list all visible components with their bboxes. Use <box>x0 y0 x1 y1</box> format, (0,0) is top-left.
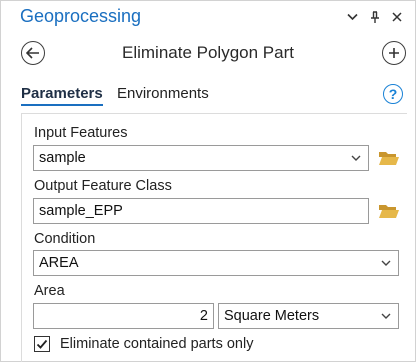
condition-label: Condition <box>34 231 96 247</box>
area-value-input[interactable]: 2 <box>33 303 214 329</box>
add-icon[interactable] <box>382 41 406 65</box>
tool-title: Eliminate Polygon Part <box>122 43 294 62</box>
checkmark-icon <box>36 339 48 349</box>
tool-header: Eliminate Polygon Part <box>1 34 415 74</box>
eliminate-contained-checkbox[interactable] <box>34 336 50 352</box>
area-unit-dropdown[interactable]: Square Meters <box>218 303 399 329</box>
input-features-combobox[interactable]: sample <box>33 145 369 171</box>
area-unit-value: Square Meters <box>224 308 320 324</box>
chevron-down-icon[interactable] <box>350 152 362 164</box>
folder-icon[interactable] <box>378 202 400 220</box>
input-features-label: Input Features <box>34 125 128 141</box>
tab-environments[interactable]: Environments <box>117 85 209 102</box>
input-features-value: sample <box>39 150 86 166</box>
tool-tabs: Parameters Environments ? <box>1 77 415 111</box>
area-value: 2 <box>199 308 208 324</box>
condition-dropdown[interactable]: AREA <box>33 250 399 276</box>
close-icon[interactable] <box>390 9 404 25</box>
area-label: Area <box>34 283 65 299</box>
output-feature-class-input[interactable]: sample_EPP <box>33 198 369 224</box>
geoprocessing-pane: Geoprocessing Eliminate Polygon Part Par… <box>0 0 416 362</box>
output-feature-class-label: Output Feature Class <box>34 178 172 194</box>
pane-title: Geoprocessing <box>20 6 142 26</box>
pane-titlebar: Geoprocessing <box>1 1 415 34</box>
pin-icon[interactable] <box>368 9 382 25</box>
condition-value: AREA <box>39 255 79 271</box>
chevron-down-icon[interactable] <box>380 310 392 322</box>
output-feature-class-value: sample_EPP <box>39 203 123 219</box>
parameters-panel: Input Features sample Output Feature Cla… <box>21 113 407 362</box>
folder-icon[interactable] <box>378 149 400 167</box>
tab-parameters[interactable]: Parameters <box>21 85 103 106</box>
help-icon[interactable]: ? <box>383 84 403 104</box>
chevron-down-icon[interactable] <box>345 9 359 25</box>
chevron-down-icon[interactable] <box>380 257 392 269</box>
eliminate-contained-label: Eliminate contained parts only <box>60 336 254 352</box>
